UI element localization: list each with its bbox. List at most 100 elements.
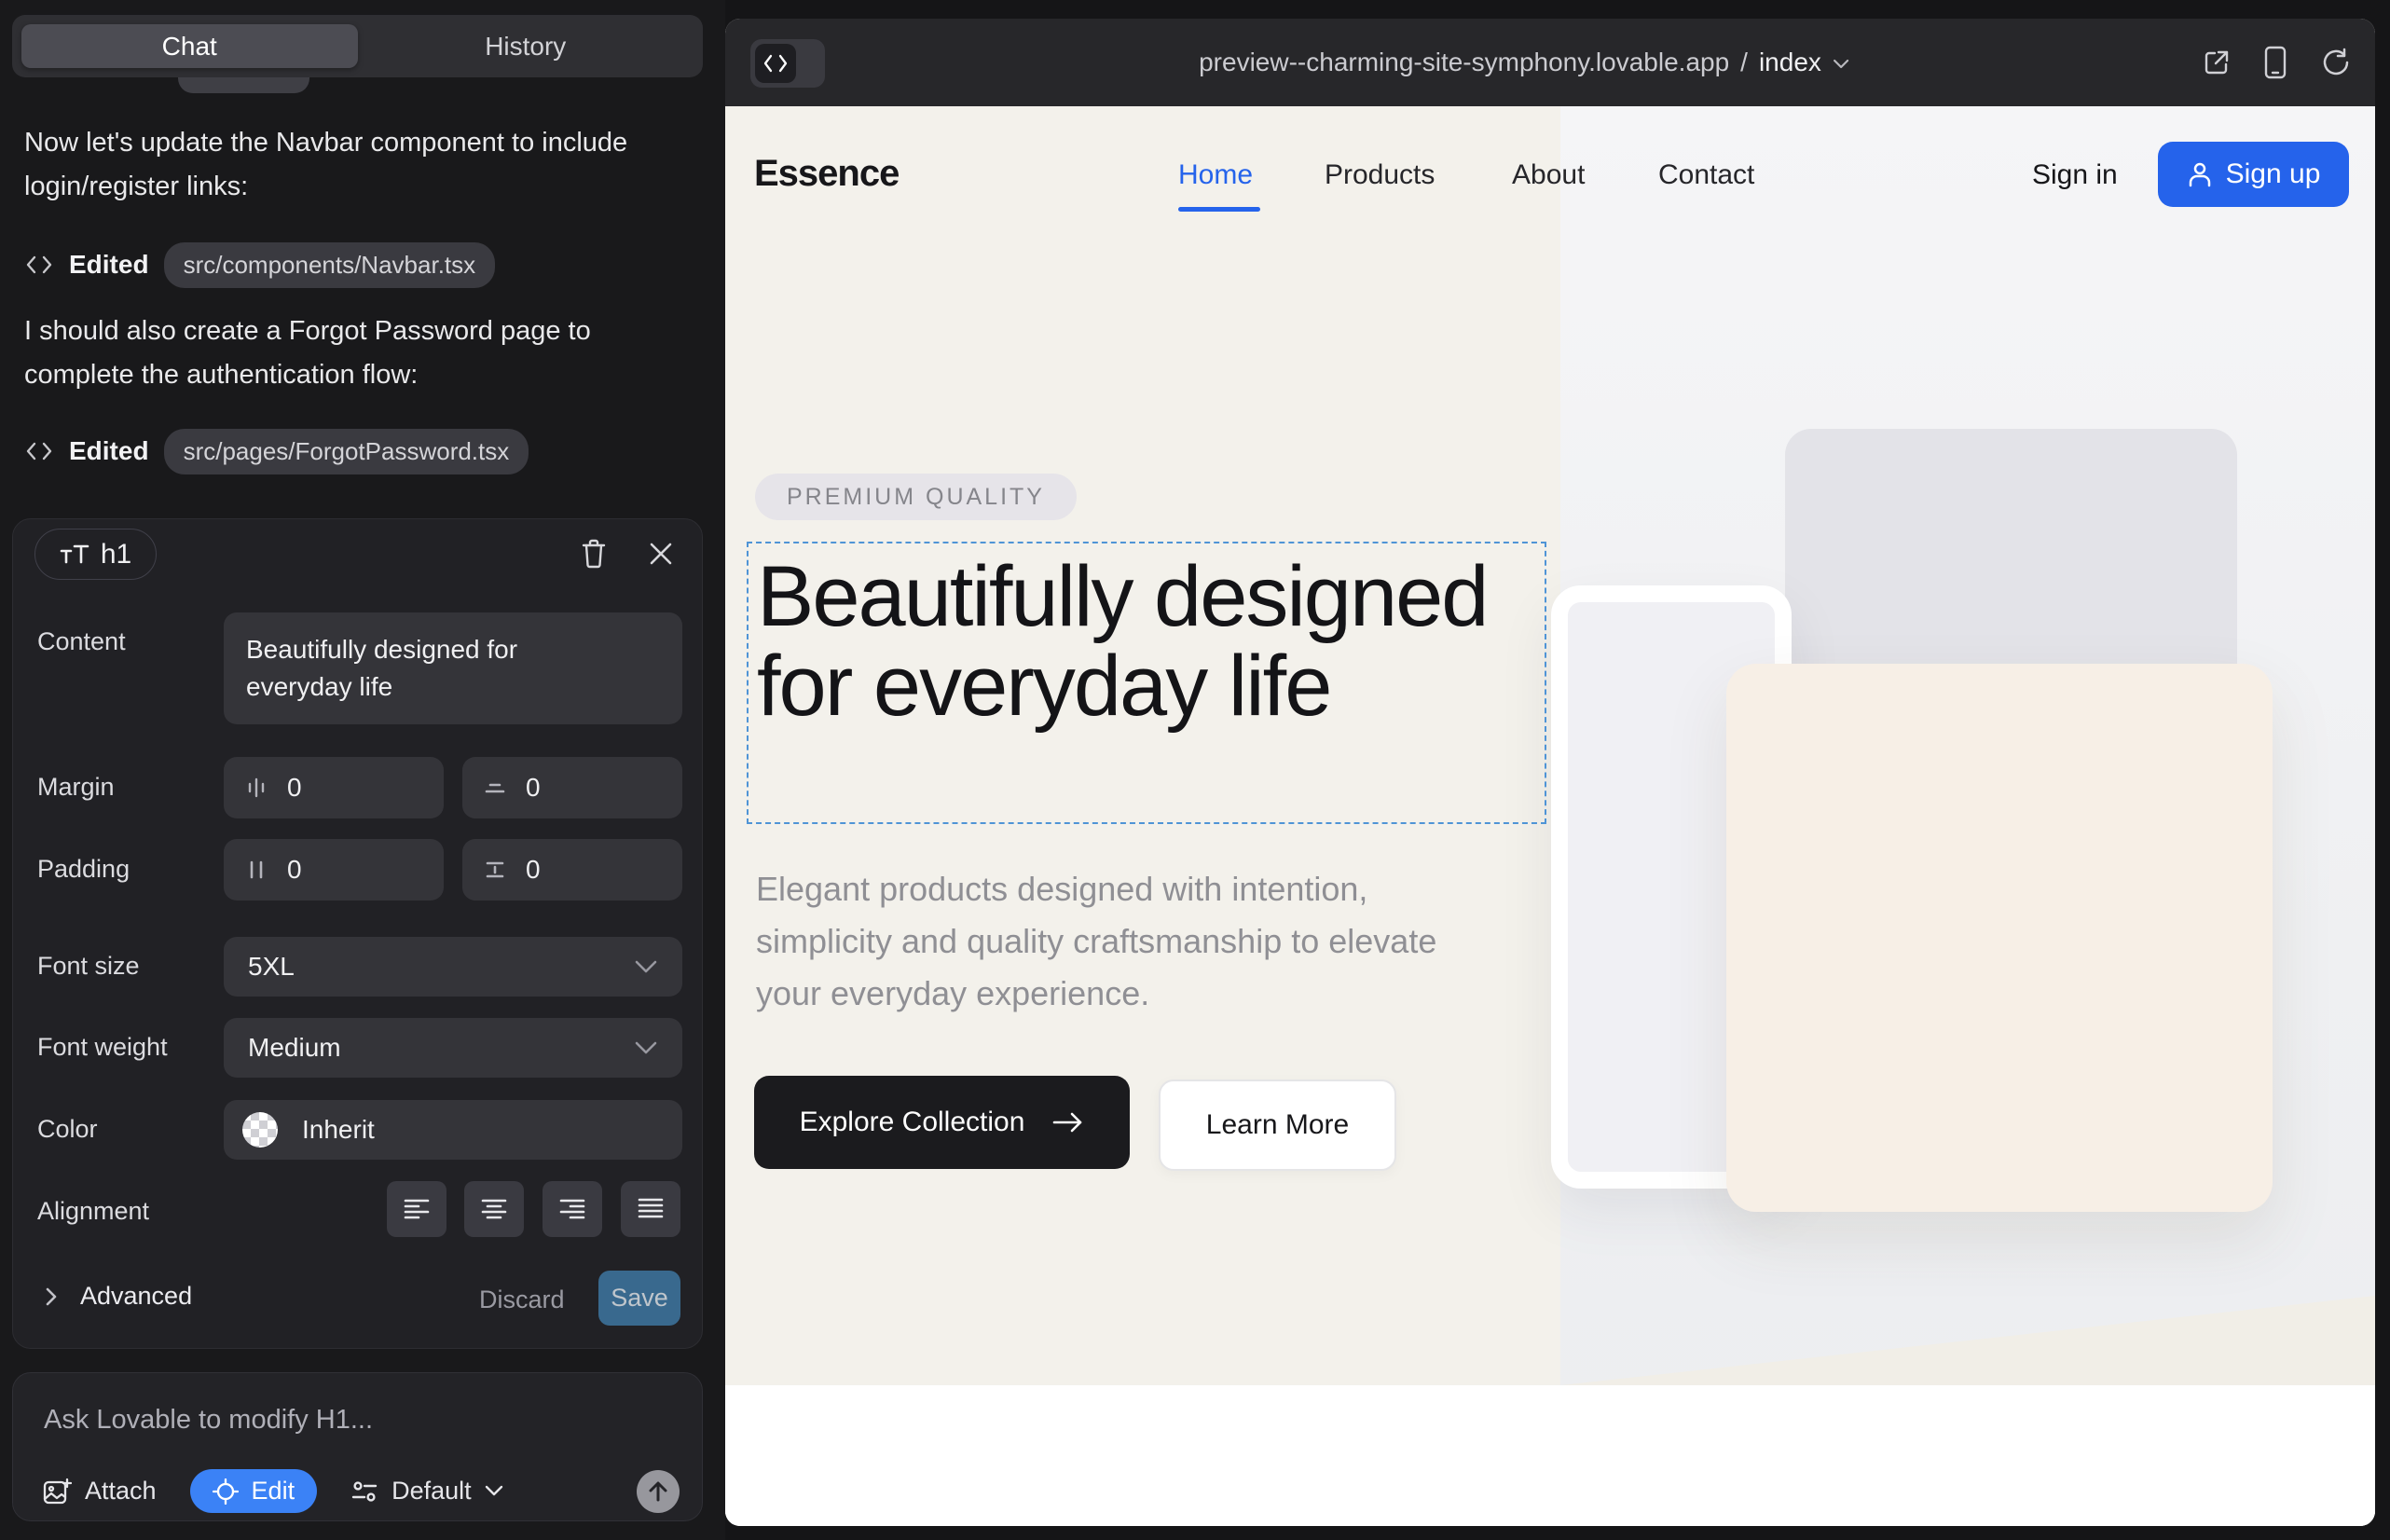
font-weight-label: Font weight (37, 1033, 168, 1062)
margin-x-input[interactable]: 0 (224, 757, 444, 818)
advanced-expander[interactable]: Advanced (45, 1282, 192, 1311)
hero-heading[interactable]: Beautifully designed for everyday life (757, 552, 1503, 731)
edited-file-pill[interactable]: src/components/Navbar.tsx (164, 242, 496, 288)
sign-in-link[interactable]: Sign in (2032, 159, 2118, 191)
font-size-label: Font size (37, 952, 140, 981)
mobile-icon (2263, 46, 2287, 79)
nav-link-home[interactable]: Home (1178, 159, 1253, 191)
color-label: Color (37, 1115, 98, 1144)
nav-link-contact[interactable]: Contact (1658, 159, 1754, 191)
margin-vertical-icon (483, 776, 507, 800)
arrow-up-icon (648, 1480, 668, 1503)
active-link-underline (1178, 207, 1260, 212)
margin-y-input[interactable]: 0 (462, 757, 682, 818)
align-right-icon (557, 1196, 587, 1222)
align-right-button[interactable] (543, 1181, 602, 1237)
edit-mode-button[interactable]: Edit (190, 1469, 318, 1513)
chat-message: I should also create a Forgot Password p… (24, 309, 672, 397)
edited-label: Edited (69, 436, 149, 466)
padding-horizontal-icon (244, 858, 268, 882)
open-external-button[interactable] (2202, 48, 2232, 77)
align-left-button[interactable] (387, 1181, 446, 1237)
code-icon (24, 440, 54, 462)
align-center-icon (479, 1196, 509, 1222)
view-toggle[interactable] (750, 39, 825, 88)
section-below-hero (725, 1385, 2375, 1526)
padding-x-input[interactable]: 0 (224, 839, 444, 901)
brand-logo[interactable]: Essence (754, 153, 899, 195)
align-center-button[interactable] (464, 1181, 524, 1237)
external-link-icon (2202, 48, 2232, 77)
target-icon (213, 1478, 239, 1505)
url-domain: preview--charming-site-symphony.lovable.… (1199, 48, 1729, 77)
chat-message: Now let's update the Navbar component to… (24, 121, 672, 209)
padding-label: Padding (37, 855, 130, 884)
url-separator: / (1740, 48, 1748, 77)
edited-file-row: Edited src/pages/ForgotPassword.tsx (24, 431, 529, 472)
close-panel-button[interactable] (645, 538, 677, 570)
color-select[interactable]: Inherit (224, 1100, 682, 1160)
prompt-input[interactable]: Ask Lovable to modify H1... (44, 1405, 373, 1436)
chevron-right-icon (45, 1286, 58, 1307)
close-icon (649, 542, 673, 566)
delete-element-button[interactable] (578, 538, 610, 570)
sidebar-tabs: Chat History (12, 15, 703, 77)
trash-icon (581, 539, 607, 569)
chevron-down-icon (485, 1485, 503, 1497)
chevron-down-icon (1833, 59, 1849, 70)
font-weight-select[interactable]: Medium (224, 1018, 682, 1078)
edited-file-row: Edited src/components/Navbar.tsx (24, 244, 495, 285)
save-button[interactable]: Save (598, 1271, 680, 1326)
attach-button[interactable]: Attach (42, 1477, 157, 1506)
element-tag-label: h1 (101, 539, 131, 571)
padding-y-input[interactable]: 0 (462, 839, 682, 901)
alignment-label: Alignment (37, 1197, 149, 1226)
hero-paragraph: Elegant products designed with intention… (756, 863, 1483, 1020)
element-tag-chip[interactable]: h1 (34, 529, 157, 580)
color-swatch (242, 1112, 278, 1148)
user-icon (2187, 160, 2213, 188)
nav-link-about[interactable]: About (1512, 159, 1585, 191)
align-left-icon (402, 1196, 432, 1222)
sign-up-button[interactable]: Sign up (2158, 142, 2349, 207)
code-view-segment[interactable] (755, 44, 796, 83)
code-icon (762, 54, 789, 73)
edited-label: Edited (69, 250, 149, 280)
site-navbar: Essence Home Products About Contact Sign… (725, 106, 2375, 246)
letter-case-icon (60, 541, 91, 569)
arrow-right-icon (1052, 1111, 1084, 1134)
margin-label: Margin (37, 773, 115, 802)
tab-chat[interactable]: Chat (21, 24, 358, 68)
align-justify-button[interactable] (621, 1181, 680, 1237)
send-button[interactable] (637, 1470, 680, 1513)
learn-more-button[interactable]: Learn More (1159, 1079, 1396, 1171)
discard-button[interactable]: Discard (479, 1286, 565, 1314)
chevron-down-icon (634, 959, 658, 974)
url-path: index (1759, 48, 1821, 77)
edited-file-pill[interactable]: src/pages/ForgotPassword.tsx (164, 429, 529, 474)
nav-link-products[interactable]: Products (1325, 159, 1435, 191)
site-canvas: Essence Home Products About Contact Sign… (725, 106, 2375, 1526)
mobile-preview-button[interactable] (2263, 46, 2287, 79)
margin-horizontal-icon (244, 776, 268, 800)
decorative-card-cream (1726, 664, 2273, 1212)
chat-sidebar: ·· Chat History Now let's update the Nav… (0, 0, 725, 1540)
font-size-select[interactable]: 5XL (224, 937, 682, 997)
tab-history[interactable]: History (358, 24, 694, 68)
refresh-button[interactable] (2319, 48, 2349, 77)
chevron-down-icon (634, 1040, 658, 1055)
element-editor-panel: h1 Content Beautifully designed for ever… (12, 518, 703, 1349)
browser-chrome: preview--charming-site-symphony.lovable.… (725, 19, 2375, 106)
url-breadcrumb[interactable]: preview--charming-site-symphony.lovable.… (1199, 19, 1849, 106)
image-plus-icon (42, 1477, 72, 1506)
model-default-button[interactable]: Default (350, 1477, 503, 1506)
padding-vertical-icon (483, 858, 507, 882)
refresh-icon (2319, 48, 2349, 77)
explore-collection-button[interactable]: Explore Collection (754, 1076, 1130, 1169)
align-justify-icon (636, 1196, 666, 1222)
content-input[interactable]: Beautifully designed for everyday life (224, 612, 682, 724)
hero-badge: PREMIUM QUALITY (755, 474, 1077, 520)
prompt-box[interactable]: Ask Lovable to modify H1... Attach Edit … (12, 1372, 703, 1521)
sliders-icon (350, 1478, 378, 1506)
preview-window: preview--charming-site-symphony.lovable.… (725, 19, 2375, 1526)
